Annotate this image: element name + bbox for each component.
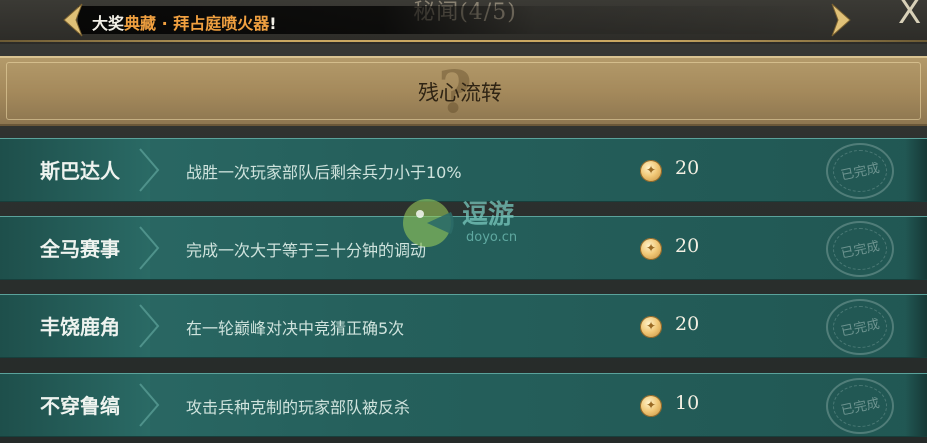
quest-description: 完成一次大于等于三十分钟的调动 xyxy=(186,241,427,260)
quest-name: 丰饶鹿角 xyxy=(40,315,120,339)
section-title: 残心流转 xyxy=(418,81,502,105)
quest-name: 全马赛事 xyxy=(40,237,120,261)
completed-stamp: 已完成 xyxy=(826,221,894,277)
quest-name: 斯巴达人 xyxy=(40,159,120,183)
top-bar: 秘闻(4/5) 大奖典藏 · 拜占庭喷火器! X xyxy=(0,0,927,44)
announcement-ticker: 大奖典藏 · 拜占庭喷火器! xyxy=(78,6,840,34)
completed-stamp: 已完成 xyxy=(826,143,894,199)
coin-icon: ✦ xyxy=(640,395,662,417)
watermark-subtitle: doyo.cn xyxy=(466,230,518,245)
quest-row: 不穿鲁缟 攻击兵种克制的玩家部队被反杀 ✦ 10 已完成 xyxy=(0,373,927,437)
watermark-logo-icon xyxy=(403,199,454,247)
coin-icon: ✦ xyxy=(640,238,662,260)
reward-amount: 20 xyxy=(675,313,700,335)
site-watermark: 逗游 doyo.cn xyxy=(400,192,550,262)
quest-description: 在一轮巅峰对决中竞猜正确5次 xyxy=(186,319,405,338)
quest-description: 战胜一次玩家部队后剩余兵力小于10% xyxy=(186,163,462,182)
quest-row: 丰饶鹿角 在一轮巅峰对决中竞猜正确5次 ✦ 20 已完成 xyxy=(0,294,927,358)
coin-icon: ✦ xyxy=(640,316,662,338)
quest-description: 攻击兵种克制的玩家部队被反杀 xyxy=(186,398,411,417)
watermark-title: 逗游 xyxy=(462,200,515,230)
coin-icon: ✦ xyxy=(640,160,662,182)
ticker-prefix: 大奖 xyxy=(92,14,125,33)
close-button[interactable]: X xyxy=(898,0,921,32)
reward-amount: 10 xyxy=(675,392,700,414)
next-arrow-icon[interactable] xyxy=(828,2,854,38)
completed-stamp: 已完成 xyxy=(826,299,894,355)
section-header: ? 残心流转 xyxy=(0,56,927,126)
reward-amount: 20 xyxy=(675,157,700,179)
ticker-suffix: ! xyxy=(269,14,277,33)
ticker-highlight: 典藏 · 拜占庭喷火器 xyxy=(124,14,270,33)
prev-arrow-icon[interactable] xyxy=(60,2,86,38)
ticker-text: 大奖典藏 · 拜占庭喷火器! xyxy=(92,10,277,34)
quest-name: 不穿鲁缟 xyxy=(40,394,120,418)
completed-stamp: 已完成 xyxy=(826,378,894,434)
top-divider xyxy=(0,40,927,42)
reward-amount: 20 xyxy=(675,235,700,257)
